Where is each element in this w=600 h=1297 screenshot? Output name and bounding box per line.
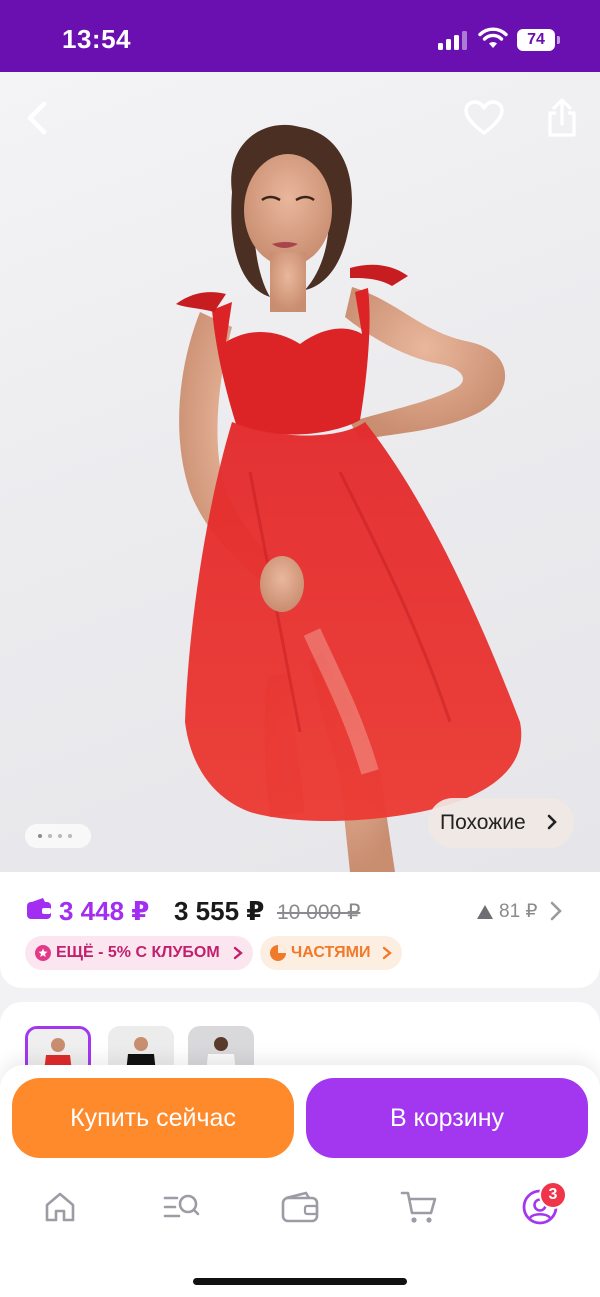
bottom-action-sheet: Купить сейчас В корзину 3	[0, 1065, 600, 1297]
heart-icon	[464, 100, 504, 135]
similar-label: Похожие	[440, 811, 526, 834]
chevron-right-icon[interactable]	[549, 900, 563, 922]
tab-bar	[0, 1183, 600, 1233]
rating-triangle-icon	[477, 904, 493, 919]
price-card: 3 448 ₽ 3 555 ₽ 10 000 ₽ 81 ₽ ЕЩЁ - 5% С…	[0, 872, 600, 988]
tab-cart[interactable]	[395, 1183, 443, 1231]
tab-catalog[interactable]	[157, 1183, 205, 1231]
product-gallery[interactable]: Похожие	[0, 72, 600, 872]
installments-label: ЧАСТЯМИ	[291, 944, 371, 961]
home-indicator	[193, 1278, 407, 1285]
chevron-right-icon	[382, 946, 392, 960]
price-history-link[interactable]: 81 ₽	[476, 900, 538, 923]
cellular-signal-icon	[438, 30, 468, 50]
battery-indicator: 74	[517, 29, 555, 51]
status-time: 13:54	[62, 24, 131, 54]
gallery-pagination	[25, 824, 91, 848]
tab-wallet[interactable]	[276, 1183, 324, 1231]
home-icon	[45, 1192, 75, 1222]
installments-icon	[270, 945, 286, 961]
cart-icon	[400, 1191, 437, 1223]
profile-notification-badge: 3	[539, 1181, 567, 1209]
buy-now-button[interactable]: Купить сейчас	[12, 1078, 294, 1158]
catalog-search-icon	[163, 1194, 200, 1218]
club-discount-chip[interactable]: ЕЩЁ - 5% С КЛУБОМ	[25, 936, 253, 970]
status-bar: 13:54 74	[0, 0, 600, 72]
similar-products-button[interactable]: Похожие	[428, 798, 574, 848]
share-icon	[548, 98, 576, 137]
favorite-button[interactable]	[460, 94, 508, 142]
battery-tip	[557, 36, 560, 44]
rating-count: 81 ₽	[499, 901, 538, 922]
wallet-tab-icon	[281, 1191, 319, 1223]
wallet-icon	[27, 898, 51, 919]
club-price: 3 448 ₽	[59, 896, 150, 926]
add-to-cart-button[interactable]: В корзину	[306, 1078, 588, 1158]
old-price: 10 000 ₽	[277, 901, 361, 924]
back-button[interactable]	[14, 94, 62, 142]
back-icon	[27, 101, 47, 135]
club-star-icon	[35, 945, 51, 961]
share-button[interactable]	[538, 94, 586, 142]
chevron-right-icon	[547, 814, 557, 830]
club-discount-label: ЕЩЁ - 5% С КЛУБОМ	[56, 944, 220, 961]
chevron-right-icon	[233, 946, 243, 960]
tab-home[interactable]	[36, 1183, 84, 1231]
wifi-icon	[478, 27, 508, 48]
installments-chip[interactable]: ЧАСТЯМИ	[260, 936, 402, 970]
current-price: 3 555 ₽	[174, 896, 265, 926]
product-photo	[176, 124, 522, 872]
